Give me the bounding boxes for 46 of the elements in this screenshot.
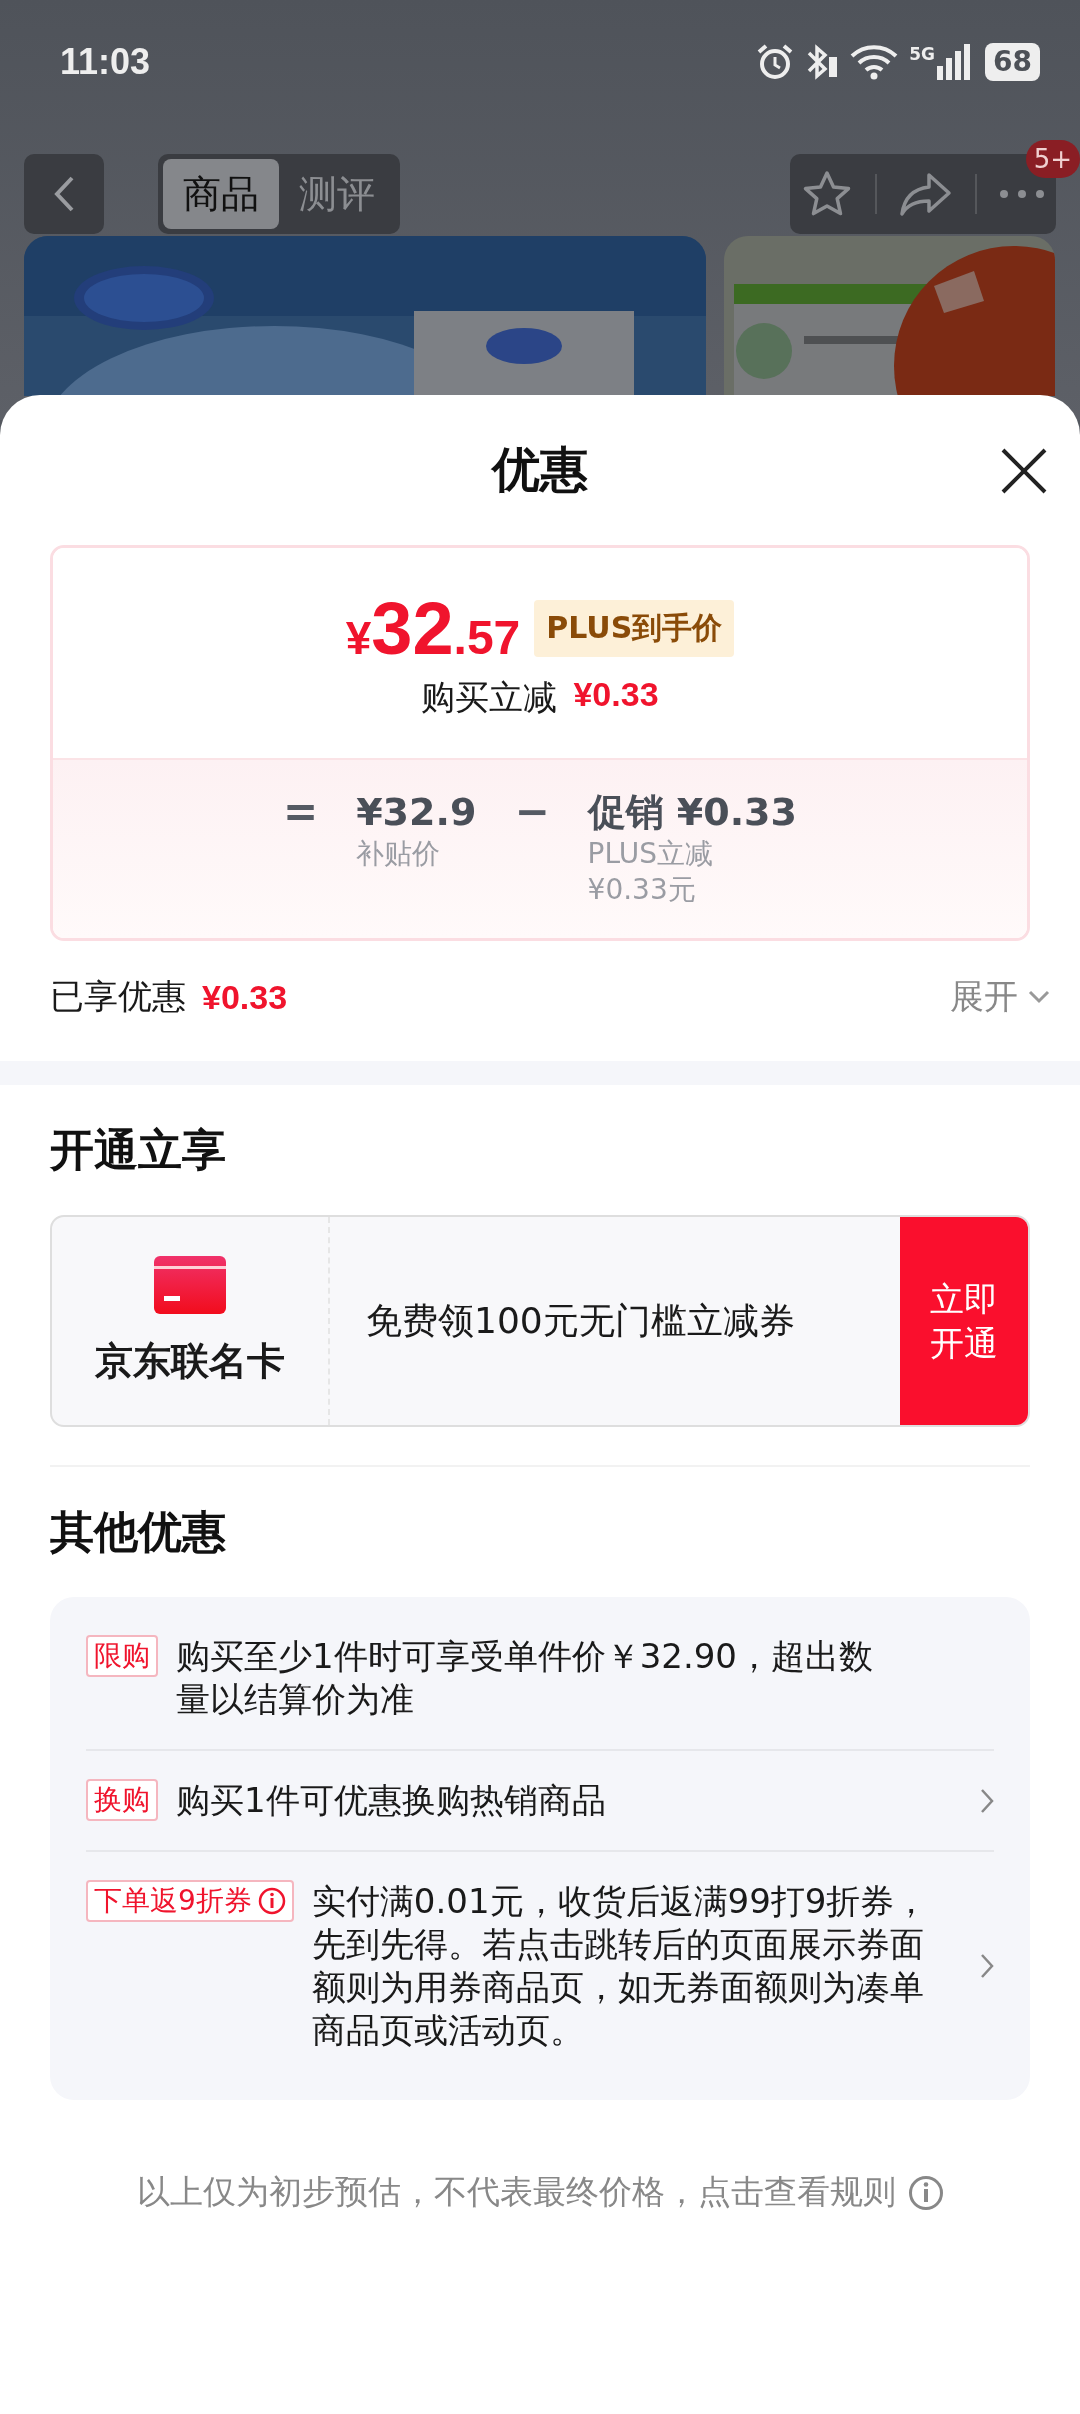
- enjoyed-amount: ¥0.33: [202, 977, 288, 1017]
- section-title: 开通立享: [50, 1122, 227, 1177]
- instant-cut-label: 购买立减: [421, 675, 558, 719]
- offer-tag[interactable]: 下单返9折券: [86, 1880, 294, 1922]
- back-button[interactable]: [24, 154, 104, 234]
- final-price: ¥32.57: [345, 585, 521, 671]
- status-time: 11:03: [60, 41, 151, 83]
- signal-icon: [937, 44, 972, 80]
- card-name: 京东联名卡: [95, 1337, 285, 1385]
- promo-note: ¥0.33元: [587, 872, 697, 908]
- offer-tag: 换购: [86, 1779, 158, 1821]
- expand-button[interactable]: 展开: [950, 974, 1050, 1020]
- disclaimer-text[interactable]: 以上仅为初步预估，不代表最终价格，点击查看规则: [136, 2170, 896, 2215]
- chevron-right-icon[interactable]: [980, 1953, 994, 1979]
- back-icon[interactable]: [53, 175, 75, 213]
- offer-text[interactable]: 实付满0.01元，收货后返满99打9折券，先到先得。若点击跳转后的页面展示券面额则为用券商品页，如无券面额则为凑单商品页或活动页。: [311, 1880, 932, 2052]
- activate-button[interactable]: 立即开通: [900, 1217, 1028, 1425]
- subsidy-price: ¥32.9: [356, 789, 477, 836]
- chevron-down-icon[interactable]: [1028, 990, 1050, 1004]
- nav-tab[interactable]: 商品: [163, 159, 279, 229]
- notification-badge: 5+: [1025, 140, 1080, 178]
- instant-cut-amount: ¥0.33: [573, 674, 659, 715]
- nav-tab[interactable]: 测评: [279, 159, 395, 229]
- enjoyed-label: 已享优惠: [50, 975, 186, 1018]
- offer-tag: 限购: [86, 1635, 158, 1677]
- share-icon[interactable]: [899, 171, 953, 217]
- chevron-right-icon[interactable]: [980, 1787, 994, 1814]
- promo-discount: 促销 ¥0.33: [587, 789, 797, 836]
- offer-text: 购买至少1件时可享受单件价￥32.90，超出数量以结算价为准: [176, 1635, 874, 1721]
- info-icon[interactable]: [257, 1887, 286, 1915]
- subsidy-price-label: 补贴价: [356, 836, 442, 872]
- wifi-icon: [849, 44, 900, 80]
- card-offer-text: 免费领100元无门槛立减券: [365, 1298, 796, 1343]
- sheet-title: 优惠: [492, 440, 588, 499]
- offer-text[interactable]: 购买1件可优惠换购热销商品: [176, 1779, 906, 1822]
- plus-price-tag: PLUS到手价: [534, 599, 735, 657]
- battery-indicator: 68: [985, 43, 1040, 81]
- network-label: 5G: [909, 44, 936, 64]
- bluetooth-icon: [805, 43, 840, 81]
- info-icon[interactable]: [907, 2174, 944, 2211]
- equals-sign: =: [282, 788, 319, 836]
- more-icon[interactable]: [999, 189, 1045, 199]
- promo-note: PLUS立减: [587, 836, 714, 872]
- minus-sign: −: [514, 788, 550, 836]
- credit-card-icon: [154, 1255, 226, 1314]
- section-title: 其他优惠: [50, 1504, 227, 1559]
